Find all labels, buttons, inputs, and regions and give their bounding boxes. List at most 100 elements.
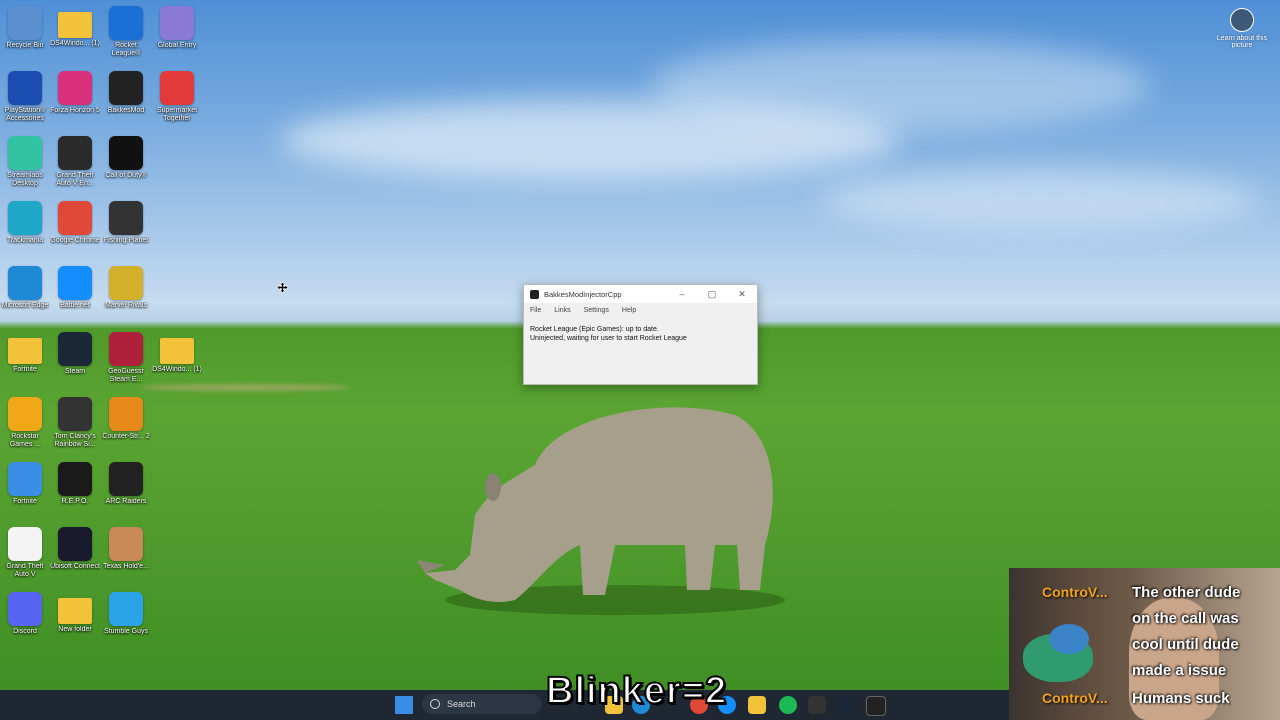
stream-overlay-text: Blinker=2 <box>545 669 728 713</box>
desktop-icon-chrome[interactable]: Google Chrome <box>50 201 100 245</box>
desktop-icon-discord[interactable]: Discord <box>0 592 50 636</box>
texas-holdem-icon <box>109 527 143 561</box>
folder-icon <box>8 338 42 364</box>
bakkesmod-taskbar-icon[interactable] <box>866 696 886 716</box>
desktop-icon-label: Marvel Rivals <box>104 302 147 309</box>
window-title: BakkesModInjectorCpp <box>544 289 622 299</box>
desktop-icon-label: Stumble Guys <box>104 628 148 635</box>
desktop-icon-stumble-guys[interactable]: Stumble Guys <box>101 592 151 636</box>
desktop-icon-label: Fortnite <box>13 498 37 505</box>
desktop-icon-label: Trackmania <box>6 237 44 244</box>
desktop-icon-forza[interactable]: Forza Horizon 5 <box>50 71 100 115</box>
desktop-icon-folder[interactable]: DS4Windo... (1) <box>152 332 202 374</box>
rainbow-six-icon <box>58 397 92 431</box>
desktop-icon-folder[interactable]: New folder <box>50 592 100 634</box>
desktop-icon-label: Grand Theft Auto V En... <box>56 172 94 187</box>
close-button[interactable]: ✕ <box>727 289 757 300</box>
desktop-icon-rainbow-six[interactable]: Tom Clancy's Rainbow Si... <box>50 397 100 449</box>
search-icon <box>430 699 440 709</box>
playstation-icon <box>8 71 42 105</box>
desktop-icon-fishing-planet[interactable]: Fishing Planet <box>101 201 151 245</box>
steam-taskbar-icon[interactable] <box>836 696 854 714</box>
global-city-icon <box>160 6 194 40</box>
desktop-icon-label: Discord <box>13 628 37 635</box>
fortnite-icon <box>8 462 42 496</box>
menu-links[interactable]: Links <box>554 307 570 314</box>
desktop-icon-arc-raiders[interactable]: ARC Raiders <box>101 462 151 506</box>
menu-settings[interactable]: Settings <box>584 307 609 314</box>
streamlabs-icon <box>8 136 42 170</box>
desktop-icon-gta[interactable]: Grand Theft Auto V En... <box>50 136 100 188</box>
menu-file[interactable]: File <box>530 307 541 314</box>
folder-icon <box>58 12 92 38</box>
desktop-icon-label: Recycle Bin <box>6 42 44 49</box>
status-line-2: Uninjected, waiting for user to start Ro… <box>530 335 687 342</box>
spotify-icon[interactable] <box>779 696 797 714</box>
desktop-icon-label: Global Entry <box>157 42 197 49</box>
bakkesmod-injector-window[interactable]: BakkesModInjectorCpp – ▢ ✕ File Links Se… <box>523 284 758 385</box>
supermarket-icon <box>160 71 194 105</box>
desktop-icon-label: BakkesMod <box>107 107 145 114</box>
desktop-icon-fortnite[interactable]: Fortnite <box>0 462 50 506</box>
trackmania-icon <box>8 201 42 235</box>
desktop-icon-playstation[interactable]: PlayStation® Accessories <box>0 71 50 123</box>
desktop-icon-folder[interactable]: Fortnite <box>0 332 50 374</box>
desktop-icon-streamlabs[interactable]: Streamlabs Desktop <box>0 136 50 188</box>
window-titlebar[interactable]: BakkesModInjectorCpp – ▢ ✕ <box>524 285 757 303</box>
edge-icon <box>8 266 42 300</box>
desktop-icon-steam[interactable]: Steam <box>50 332 100 376</box>
minimize-button[interactable]: – <box>667 289 697 299</box>
taskbar-search[interactable]: Search <box>422 694 542 714</box>
desktop-icon-bakkesmod[interactable]: BakkesMod <box>101 71 151 115</box>
folder-icon <box>160 338 194 364</box>
move-cursor-icon <box>276 280 289 294</box>
learn-about-picture-button[interactable]: Learn about this picture <box>1212 8 1272 49</box>
desktop-icon-global-city[interactable]: Global Entry <box>152 6 202 50</box>
ubisoft-icon <box>58 527 92 561</box>
desktop-icon-folder[interactable]: DS4Windo... (1) <box>50 6 100 48</box>
desktop-icon-label: New folder <box>58 626 92 633</box>
folder-taskbar-icon[interactable] <box>748 696 766 714</box>
desktop-icon-label: GeoGuessr Steam E... <box>108 368 144 383</box>
menu-bar: File Links Settings Help <box>524 303 757 317</box>
arc-raiders-icon <box>109 462 143 496</box>
counter-strike-icon <box>109 397 143 431</box>
desktop-icon-rockstar[interactable]: Rockstar Games ... <box>0 397 50 449</box>
chat-message-1: The other dude on the call was cool unti… <box>1132 584 1241 679</box>
menu-help[interactable]: Help <box>622 307 636 314</box>
desktop-icon-label: Rockstar Games ... <box>9 433 41 448</box>
desktop-icon-recycle-bin[interactable]: Recycle Bin <box>0 6 50 50</box>
desktop-icon-trackmania[interactable]: Trackmania <box>0 201 50 245</box>
desktop-icon-label: Battle.net <box>60 302 90 309</box>
desktop-icon-marvel-rivals[interactable]: Marvel Rivals <box>101 266 151 310</box>
desktop-icon-texas-holdem[interactable]: Texas Hold'e... <box>101 527 151 571</box>
desktop-icon-edge[interactable]: Microsoft Edge <box>0 266 50 310</box>
desktop-icon-battlenet[interactable]: Battle.net <box>50 266 100 310</box>
desktop-icon-ubisoft[interactable]: Ubisoft Connect <box>50 527 100 571</box>
desktop-icon-supermarket[interactable]: Supermarket Together <box>152 71 202 123</box>
status-line-1: Rocket League (Epic Games): up to date. <box>530 326 659 333</box>
desktop-icon-label: Fortnite <box>13 366 37 373</box>
maximize-button[interactable]: ▢ <box>697 289 727 300</box>
desktop-icon-rocket-league[interactable]: Rocket League® <box>101 6 151 58</box>
desktop-icon-counter-strike[interactable]: Counter-Str... 2 <box>101 397 151 441</box>
desktop-icon-call-of-duty[interactable]: Call of Duty® <box>101 136 151 180</box>
gta-icon <box>58 136 92 170</box>
forza-icon <box>58 71 92 105</box>
desktop-icon-label: Supermarket Together <box>156 107 198 122</box>
call-of-duty-icon <box>109 136 143 170</box>
marvel-rivals-icon <box>109 266 143 300</box>
camera-icon <box>1230 8 1254 32</box>
desktop-icon-label: ARC Raiders <box>105 498 147 505</box>
steam-icon <box>58 332 92 366</box>
fishing-planet-icon <box>109 201 143 235</box>
file-icon <box>8 527 42 561</box>
chrome-icon <box>58 201 92 235</box>
desktop-icon-file[interactable]: Grand Theft Auto V <box>0 527 50 579</box>
windows-start-icon[interactable] <box>395 696 413 714</box>
desktop-icon-repo[interactable]: R.E.P.O. <box>50 462 100 506</box>
epic-games-icon[interactable] <box>808 696 826 714</box>
desktop-icon-label: Call of Duty® <box>105 172 147 179</box>
desktop-icon-geoguessr[interactable]: GeoGuessr Steam E... <box>101 332 151 384</box>
learn-about-picture-label: Learn about this picture <box>1216 35 1268 49</box>
